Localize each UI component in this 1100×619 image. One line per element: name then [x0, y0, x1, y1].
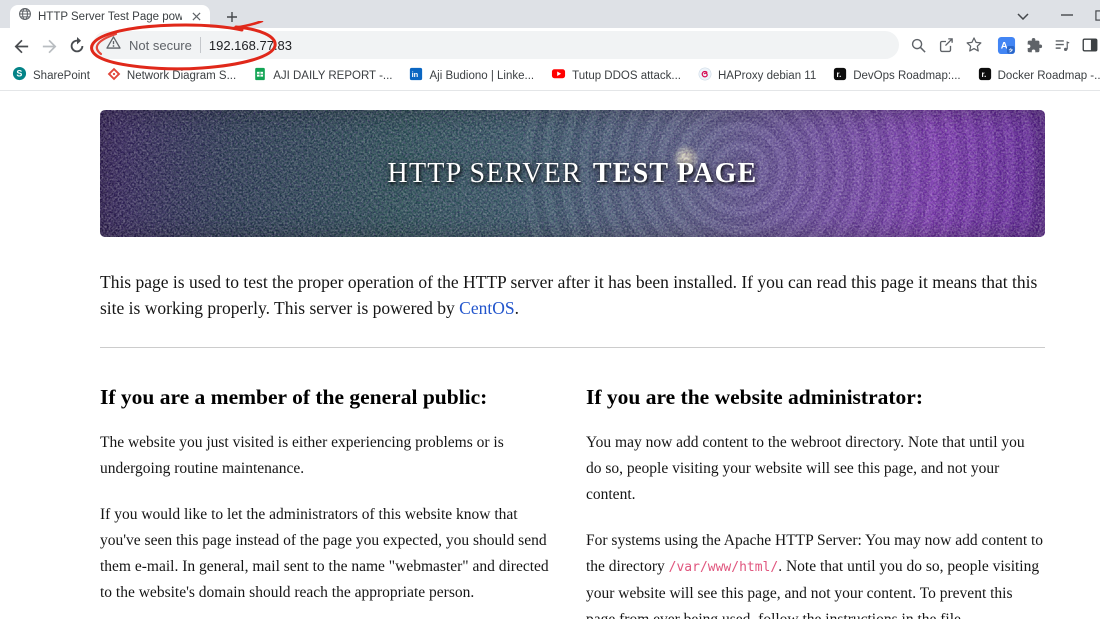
- bookmark-docker-roadmap[interactable]: r. Docker Roadmap -...: [978, 67, 1100, 86]
- extensions-puzzle-icon[interactable]: [1022, 33, 1046, 57]
- banner-title: HTTP SERVER TEST PAGE: [100, 110, 1045, 237]
- intro-paragraph: This page is used to test the proper ope…: [100, 270, 1042, 321]
- minimize-button[interactable]: [1055, 5, 1079, 25]
- general-public-p2: If you would like to let the administrat…: [100, 506, 549, 601]
- administrator-p1: You may now add content to the webroot d…: [586, 434, 1025, 503]
- page-content: HTTP SERVER TEST PAGE This page is used …: [0, 91, 1100, 619]
- administrator-p2: For systems using the Apache HTTP Server…: [586, 528, 1044, 619]
- maximize-button[interactable]: [1090, 5, 1100, 25]
- youtube-favicon-icon: [551, 66, 566, 86]
- webroot-path-code: /var/www/html/: [668, 560, 779, 575]
- side-panel-icon[interactable]: [1078, 33, 1100, 57]
- search-icon[interactable]: [906, 33, 930, 57]
- linkedin-favicon-icon: in: [409, 67, 423, 86]
- banner-title-right: TEST PAGE: [592, 157, 758, 189]
- back-button[interactable]: [8, 33, 34, 59]
- reload-button[interactable]: [64, 33, 90, 59]
- browser-window: HTTP Server Test Page powered: [0, 0, 1100, 619]
- administrator-heading: If you are the website administrator:: [586, 385, 923, 409]
- tab-title: HTTP Server Test Page powered: [38, 10, 182, 23]
- general-public-p1: The website you just visited is either e…: [100, 434, 504, 477]
- intro-text: This page is used to test the proper ope…: [100, 272, 1038, 318]
- omnibox-divider: [199, 37, 201, 53]
- new-tab-button[interactable]: [222, 7, 242, 27]
- bookmark-sharepoint[interactable]: S SharePoint: [12, 66, 90, 86]
- address-bar[interactable]: Not secure 192.168.77.83: [93, 31, 899, 59]
- two-column-section: If you are a member of the general publi…: [100, 363, 1045, 619]
- forward-button[interactable]: [36, 33, 62, 59]
- toolbar: Not secure 192.168.77.83 A: [0, 28, 1100, 62]
- playlist-extension-icon[interactable]: [1050, 33, 1074, 57]
- url-text[interactable]: 192.168.77.83: [209, 38, 292, 53]
- tab-close-icon[interactable]: [188, 9, 204, 25]
- svg-text:in: in: [412, 70, 419, 79]
- share-icon[interactable]: [934, 33, 958, 57]
- sheets-favicon-icon: [253, 67, 267, 86]
- not-secure-label: Not secure: [129, 37, 192, 53]
- svg-text:r.: r.: [837, 70, 842, 79]
- bookmark-star-icon[interactable]: [962, 33, 986, 57]
- bookmark-youtube[interactable]: Tutup DDOS attack...: [551, 66, 681, 86]
- roadmap-favicon-icon: r.: [978, 67, 992, 86]
- diagram-favicon-icon: [107, 67, 121, 86]
- not-secure-warning-icon[interactable]: [106, 36, 121, 54]
- administrator-column: If you are the website administrator: Yo…: [586, 363, 1044, 619]
- intro-suffix: .: [514, 297, 519, 318]
- centos-link[interactable]: CentOS: [459, 298, 514, 318]
- globe-favicon-icon: [18, 7, 32, 26]
- svg-text:A: A: [1000, 40, 1007, 51]
- browser-tab[interactable]: HTTP Server Test Page powered: [10, 5, 210, 28]
- roadmap-favicon-icon: r.: [833, 67, 847, 86]
- tab-search-chevron-icon[interactable]: [1013, 7, 1033, 25]
- banner-image: HTTP SERVER TEST PAGE: [100, 110, 1045, 237]
- bookmark-haproxy-debian[interactable]: HAProxy debian 11: [698, 67, 816, 86]
- divider-rule: [100, 347, 1045, 348]
- debian-favicon-icon: [698, 67, 712, 86]
- sharepoint-favicon-icon: S: [12, 66, 27, 86]
- bookmark-network-diagram[interactable]: Network Diagram S...: [107, 67, 236, 86]
- bookmarks-bar: S SharePoint Network Diagram S... AJI DA…: [0, 62, 1100, 91]
- banner-title-left: HTTP SERVER: [387, 157, 582, 189]
- google-translate-icon[interactable]: A: [994, 33, 1018, 57]
- svg-text:r.: r.: [981, 70, 986, 79]
- bookmark-devops-roadmap[interactable]: r. DevOps Roadmap:...: [833, 67, 961, 86]
- general-public-column: If you are a member of the general publi…: [100, 363, 558, 619]
- bookmark-aji-daily-report[interactable]: AJI DAILY REPORT -...: [253, 67, 392, 86]
- bookmark-linkedin[interactable]: in Aji Budiono | Linke...: [409, 67, 534, 86]
- general-public-heading: If you are a member of the general publi…: [100, 385, 488, 409]
- tab-strip: HTTP Server Test Page powered: [0, 0, 1100, 28]
- svg-text:S: S: [16, 69, 22, 79]
